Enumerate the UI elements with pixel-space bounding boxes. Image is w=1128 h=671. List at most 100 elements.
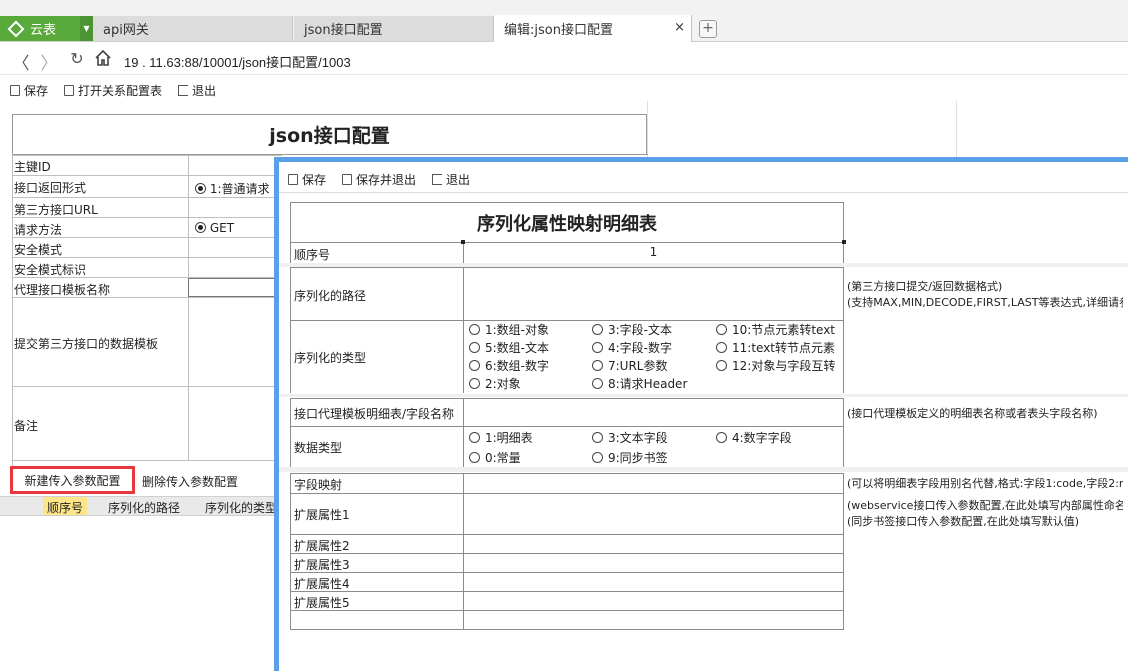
path-field[interactable] <box>463 268 843 320</box>
row-label: 安全模式 <box>14 243 63 257</box>
option-label: 4:字段-数字 <box>608 341 673 355</box>
option-label: 4:数字字段 <box>732 431 792 445</box>
type-option-12[interactable]: 12:对象与字段互转 <box>716 357 835 374</box>
ext5-field[interactable] <box>463 592 843 610</box>
radio-icon <box>469 324 480 335</box>
type-option-7[interactable]: 7:URL参数 <box>592 357 668 374</box>
dialog-row-proxy: 接口代理模板明细表/字段名称 <box>290 398 844 426</box>
type-option-3[interactable]: 3:字段-文本 <box>592 321 672 338</box>
datatype-option-1[interactable]: 1:明细表 <box>469 429 533 446</box>
empty-field[interactable] <box>463 611 843 629</box>
row-label: 主键ID <box>14 160 51 174</box>
dialog-row-ext5: 扩展属性5 <box>290 591 844 610</box>
radio-icon <box>469 452 480 463</box>
dialog-row-empty <box>290 610 844 629</box>
tab-edit-json-config[interactable]: 编辑:json接口配置 × <box>494 15 692 42</box>
tab-json-config[interactable]: json接口配置 <box>294 16 494 41</box>
ext1-label: 扩展属性1 <box>294 508 350 522</box>
home-icon[interactable] <box>92 49 114 72</box>
type-option-2[interactable]: 2:对象 <box>469 375 521 392</box>
security-mode-field[interactable] <box>188 238 288 257</box>
brand-dropdown-icon[interactable]: ▼ <box>80 16 93 41</box>
order-field[interactable]: 1 <box>463 243 843 263</box>
address-bar: 〈 〉 ↻ 19 . 11.63:88/10001/json接口配置/1003 <box>0 43 1128 75</box>
dialog-row-mapping: 字段映射 <box>290 473 844 493</box>
dialog-row-ext3: 扩展属性3 <box>290 553 844 572</box>
datatype-option-9[interactable]: 9:同步书签 <box>592 449 668 466</box>
grid-col-order[interactable]: 顺序号 <box>43 497 88 515</box>
request-method-radio[interactable]: GET <box>195 221 234 235</box>
exit-button[interactable]: 退出 <box>178 82 216 99</box>
tab-api-gateway[interactable]: api网关 <box>93 16 293 41</box>
row-label: 代理接口模板名称 <box>14 283 111 297</box>
open-relation-button[interactable]: 打开关系配置表 <box>64 82 162 99</box>
url-field[interactable]: 19 . 11.63:88/10001/json接口配置/1003 <box>124 52 351 71</box>
close-icon[interactable]: × <box>674 20 685 35</box>
security-flag-field[interactable] <box>188 258 288 277</box>
type-option-5[interactable]: 5:数组-文本 <box>469 339 549 356</box>
type-option-8[interactable]: 8:请求Header <box>592 375 687 392</box>
option-label: 6:数组-数字 <box>485 359 550 373</box>
delete-param-config-label: 删除传入参数配置 <box>142 474 239 489</box>
ext3-field[interactable] <box>463 554 843 572</box>
ext4-field[interactable] <box>463 573 843 591</box>
save-button[interactable]: 保存 <box>10 82 48 99</box>
radio-icon <box>469 360 480 371</box>
mapping-hint: (可以将明细表字段用别名代替,格式:字段1:code,字段2:na <box>847 477 1123 490</box>
open-relation-label: 打开关系配置表 <box>78 83 163 98</box>
delete-param-config-button[interactable]: 删除传入参数配置 <box>142 470 238 492</box>
data-template-field[interactable] <box>188 298 288 386</box>
proxy-label: 接口代理模板明细表/字段名称 <box>294 407 455 421</box>
type-option-6[interactable]: 6:数组-数字 <box>469 357 549 374</box>
brand-menu-button[interactable]: 云表 <box>0 16 80 41</box>
dialog-save-button[interactable]: 保存 <box>288 171 326 188</box>
datatype-option-0[interactable]: 0:常量 <box>469 449 521 466</box>
table-bottom-border <box>290 629 844 630</box>
return-form-radio[interactable]: 1:普通请求 <box>195 180 270 197</box>
remark-field[interactable] <box>188 387 288 460</box>
radio-icon <box>469 378 480 389</box>
mapping-field[interactable] <box>463 474 843 493</box>
option-label: 1:数组-对象 <box>485 323 550 337</box>
ext1-field[interactable] <box>463 494 843 534</box>
radio-icon <box>716 432 727 443</box>
forward-icon[interactable]: 〉 <box>38 49 60 74</box>
type-option-4[interactable]: 4:字段-数字 <box>592 339 672 356</box>
type-option-1[interactable]: 1:数组-对象 <box>469 321 549 338</box>
dialog-save-exit-button[interactable]: 保存并退出 <box>342 171 416 188</box>
grid-col-type[interactable]: 序列化的类型 <box>205 499 277 516</box>
row-label: 请求方法 <box>14 223 63 237</box>
mapping-label: 字段映射 <box>294 478 343 492</box>
row-remark: 备注 <box>12 386 282 461</box>
ext2-field[interactable] <box>463 535 843 553</box>
type-option-10[interactable]: 10:节点元素转text <box>716 321 835 338</box>
radio-icon <box>592 342 603 353</box>
return-form-field: 1:普通请求 <box>188 176 288 197</box>
back-icon[interactable]: 〈 <box>10 49 32 74</box>
datatype-option-3[interactable]: 3:文本字段 <box>592 429 668 446</box>
reload-icon[interactable]: ↻ <box>66 49 88 68</box>
save-label: 保存 <box>24 83 49 98</box>
open-icon <box>64 84 75 96</box>
third-party-url-field[interactable] <box>188 198 288 217</box>
radio-icon <box>195 183 206 194</box>
option-label: 10:节点元素转text <box>732 323 835 337</box>
row-return-form: 接口返回形式 1:普通请求 <box>12 175 282 197</box>
proxy-hint: (接口代理模板定义的明细表名称或者表头字段名称) <box>847 407 1098 420</box>
new-param-config-button[interactable]: 新建传入参数配置 <box>10 466 135 494</box>
primary-key-field[interactable] <box>188 156 288 175</box>
dialog-save-exit-label: 保存并退出 <box>356 172 417 187</box>
dialog-exit-button[interactable]: 退出 <box>432 171 470 188</box>
brand-label: 云表 <box>30 23 57 38</box>
order-value: 1 <box>649 245 658 259</box>
new-tab-icon[interactable]: + <box>699 20 717 38</box>
grid-col-path[interactable]: 序列化的路径 <box>108 499 180 516</box>
proxy-field[interactable] <box>463 399 843 426</box>
datatype-option-4[interactable]: 4:数字字段 <box>716 429 792 446</box>
param-grid-body <box>0 516 278 671</box>
proxy-template-field[interactable] <box>188 278 288 297</box>
option-label: 2:对象 <box>485 377 521 391</box>
type-option-11[interactable]: 11:text转节点元素 <box>716 339 835 356</box>
radio-icon <box>592 378 603 389</box>
row-separator <box>279 394 1128 397</box>
